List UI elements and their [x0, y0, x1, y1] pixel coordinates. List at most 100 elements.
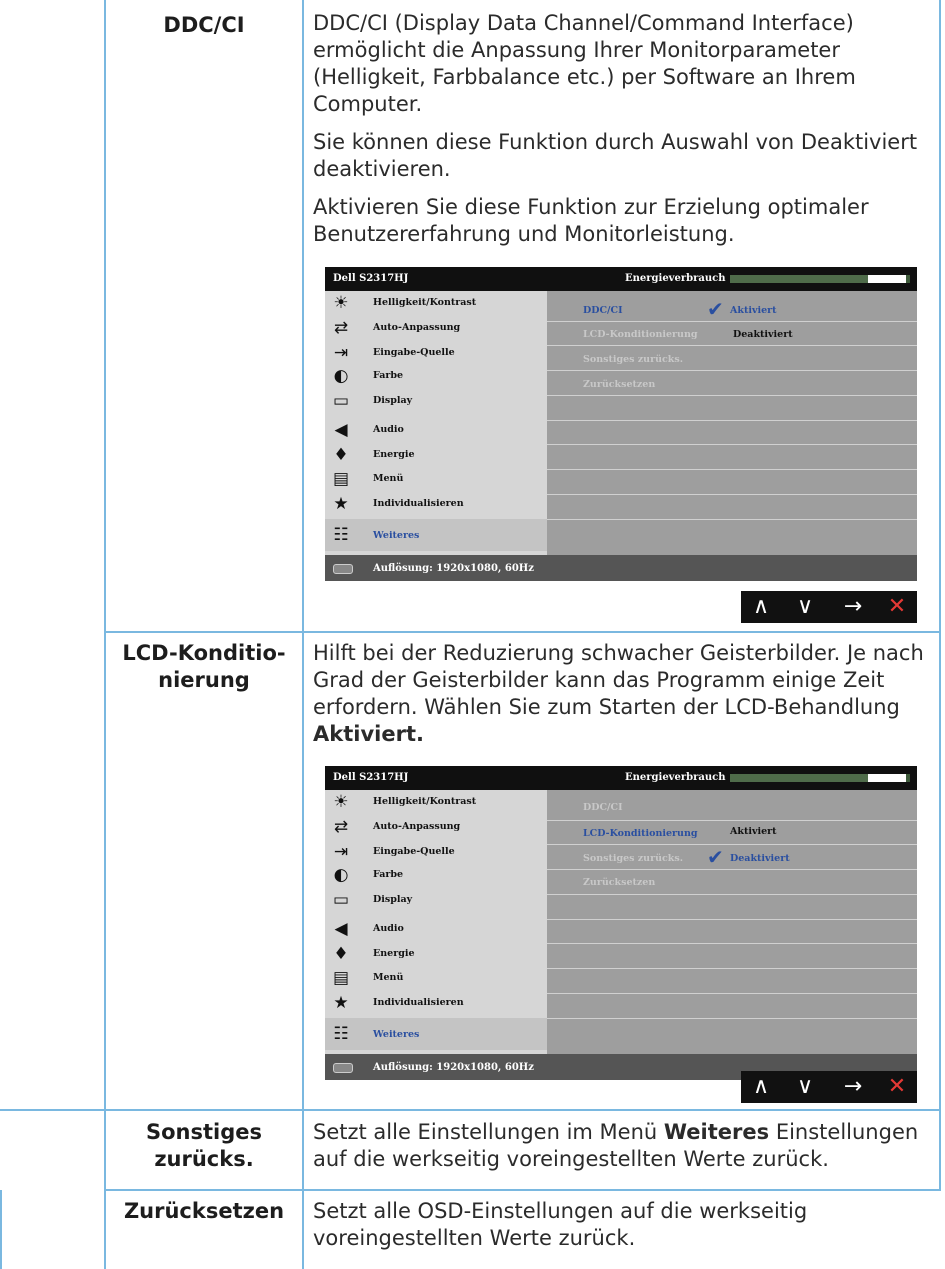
menu-item-label: Display — [373, 395, 413, 406]
term-ddcci: DDC/CI — [163, 13, 245, 37]
menu-item[interactable]: ☀ Helligkeit/Kontrast — [325, 291, 547, 315]
energy-icon: ♦ — [333, 445, 349, 465]
submenu-divider — [547, 869, 917, 870]
term-lcd-line2: nierung — [158, 668, 250, 692]
audio-icon: ◀ — [334, 420, 348, 440]
rule-3 — [104, 1189, 941, 1191]
menu-item[interactable]: ★ Individualisieren — [325, 991, 547, 1015]
menu-item-active[interactable]: ☷ Weiteres — [325, 519, 547, 551]
menu-icon: ▤ — [332, 469, 350, 489]
osd-resolution: Auflösung: 1920x1080, 60Hz — [373, 1062, 534, 1073]
menu-item[interactable]: ◀ Audio — [325, 418, 547, 442]
osd-screenshot-lcd: Dell S2317HJ Energieverbrauch ☀ Helligkei… — [325, 766, 917, 1080]
submenu-divider — [547, 370, 917, 371]
display-icon: ▭ — [332, 391, 350, 411]
rule-mid — [302, 0, 304, 1269]
submenu-divider — [547, 444, 917, 445]
menu-item[interactable]: ▭ Display — [325, 389, 547, 413]
menu-item[interactable]: ⇄ Auto-Anpassung — [325, 815, 547, 839]
menu-item[interactable]: ◐ Farbe — [325, 863, 547, 887]
menu-item[interactable]: ★ Individualisieren — [325, 492, 547, 516]
menu-item[interactable]: ♦ Energie — [325, 443, 547, 467]
energy-meter — [730, 774, 910, 782]
osd-model: Dell S2317HJ — [333, 772, 409, 783]
up-icon[interactable]: ∧ — [741, 1073, 781, 1101]
osd-energy-label: Energieverbrauch — [625, 273, 726, 284]
submenu-divider — [547, 844, 917, 845]
osd-header: Dell S2317HJ Energieverbrauch — [325, 766, 917, 790]
menu-item[interactable]: ⇥ Eingabe-Quelle — [325, 840, 547, 864]
menu-item[interactable]: ⇥ Eingabe-Quelle — [325, 341, 547, 365]
rule-left — [104, 0, 106, 1269]
term-lcd: LCD-Konditio- nierung — [104, 640, 304, 694]
submenu-zuruck[interactable]: Zurücksetzen — [583, 379, 655, 390]
right-arrow-icon[interactable]: → — [833, 593, 873, 621]
menu-icon: ▤ — [332, 968, 350, 988]
down-icon[interactable]: ∨ — [785, 593, 825, 621]
submenu-sonstiges[interactable]: Sonstiges zurücks. — [583, 354, 683, 365]
desc-ddcci-p3: Aktivieren Sie diese Funktion zur Erziel… — [313, 195, 869, 246]
submenu-lcd[interactable]: LCD-Konditionierung — [583, 329, 698, 340]
submenu-lcd[interactable]: LCD-Konditionierung — [583, 828, 698, 839]
down-icon[interactable]: ∨ — [785, 1073, 825, 1101]
energy-meter — [730, 275, 910, 283]
term-sonstiges: Sonstiges zurücks. — [104, 1119, 304, 1173]
menu-item-label: Individualisieren — [373, 498, 464, 509]
desc-sonstiges-bold: Weiteres — [663, 1120, 770, 1144]
menu-item-label: Farbe — [373, 869, 404, 880]
menu-item[interactable]: ▭ Display — [325, 888, 547, 912]
color-icon: ◐ — [333, 865, 349, 885]
menu-item-label: Audio — [373, 424, 404, 435]
menu-item-label: Auto-Anpassung — [373, 821, 461, 832]
close-icon[interactable]: ✕ — [877, 1073, 917, 1101]
option-on[interactable]: Aktiviert — [730, 826, 777, 837]
desc-sonstiges-a: Setzt alle Einstellungen im Menü — [313, 1120, 664, 1144]
menu-item[interactable]: ◐ Farbe — [325, 364, 547, 388]
menu-item[interactable]: ☀ Helligkeit/Kontrast — [325, 790, 547, 814]
desc-zuruck: Setzt alle OSD-Einstellungen auf die wer… — [313, 1198, 938, 1252]
menu-item[interactable]: ▤ Menü — [325, 467, 547, 491]
submenu-divider — [547, 1018, 917, 1019]
submenu-divider — [547, 894, 917, 895]
close-icon[interactable]: ✕ — [877, 593, 917, 621]
option-off[interactable]: Deaktiviert — [730, 853, 790, 864]
menu-item-active[interactable]: ☷ Weiteres — [325, 1018, 547, 1050]
submenu-ddcci[interactable]: DDC/CI — [583, 802, 623, 813]
submenu-sonstiges[interactable]: Sonstiges zurücks. — [583, 853, 683, 864]
osd-screenshot-ddcci: Dell S2317HJ Energieverbrauch ☀ Helligkei… — [325, 267, 917, 581]
rule-outer-left — [0, 1190, 2, 1269]
energy-icon: ♦ — [333, 944, 349, 964]
menu-item-label: Auto-Anpassung — [373, 322, 461, 333]
menu-item-label: Eingabe-Quelle — [373, 347, 455, 358]
desc-sonstiges: Setzt alle Einstellungen im Menü Weitere… — [313, 1119, 938, 1173]
menu-item-label: Individualisieren — [373, 997, 464, 1008]
menu-item[interactable]: ♦ Energie — [325, 942, 547, 966]
menu-item-label: Farbe — [373, 370, 404, 381]
osd-energy-label: Energieverbrauch — [625, 772, 726, 783]
osd-header: Dell S2317HJ Energieverbrauch — [325, 267, 917, 291]
submenu-ddcci[interactable]: DDC/CI — [583, 305, 623, 316]
menu-item-label: Weiteres — [373, 1029, 420, 1040]
osd-menu: ☀ Helligkeit/Kontrast ⇄ Auto-Anpassung ⇥ Ei… — [325, 291, 547, 555]
submenu-zuruck[interactable]: Zurücksetzen — [583, 877, 655, 888]
up-icon[interactable]: ∧ — [741, 593, 781, 621]
option-off[interactable]: Deaktiviert — [733, 329, 793, 340]
menu-item[interactable]: ◀ Audio — [325, 917, 547, 941]
vga-port-icon — [333, 564, 353, 574]
term-lcd-line1: LCD-Konditio- — [122, 641, 286, 665]
checkmark-icon: ✔ — [707, 297, 724, 321]
star-icon: ★ — [333, 494, 349, 514]
desc-lcd-bold: Aktiviert. — [313, 722, 424, 746]
submenu-divider — [547, 494, 917, 495]
right-arrow-icon[interactable]: → — [833, 1073, 873, 1101]
menu-item[interactable]: ▤ Menü — [325, 966, 547, 990]
option-on[interactable]: Aktiviert — [730, 305, 777, 316]
menu-item-label: Eingabe-Quelle — [373, 846, 455, 857]
submenu-divider — [547, 469, 917, 470]
menu-item[interactable]: ⇄ Auto-Anpassung — [325, 316, 547, 340]
menu-item-label: Menü — [373, 473, 404, 484]
rule-right — [939, 0, 941, 1190]
rule-2 — [0, 1109, 941, 1111]
term-sonstiges-line2: zurücks. — [154, 1147, 254, 1171]
menu-item-label: Audio — [373, 923, 404, 934]
